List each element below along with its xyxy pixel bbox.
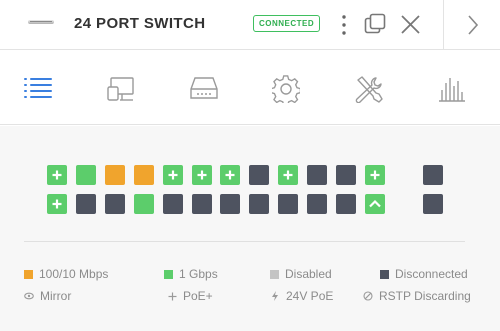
legend-label: 1 Gbps <box>179 267 218 281</box>
port-7[interactable] <box>134 165 154 185</box>
legend-swatch-orange <box>24 270 33 279</box>
port-6[interactable] <box>105 194 125 214</box>
more-options-icon[interactable] <box>338 13 350 37</box>
legend-label: RSTP Discarding <box>379 289 471 303</box>
legend-swatch-dark <box>380 270 389 279</box>
legend-divider <box>24 241 465 242</box>
port-2[interactable] <box>47 194 67 214</box>
legend-mirror: Mirror <box>24 289 71 303</box>
legend-label: PoE+ <box>183 289 213 303</box>
legend-rstp: RSTP Discarding <box>363 289 471 303</box>
port-16[interactable] <box>249 194 269 214</box>
legend-poe-plus: PoE+ <box>167 289 213 303</box>
device-icon[interactable] <box>106 76 136 102</box>
legend-label: Disconnected <box>395 267 468 281</box>
port-20[interactable] <box>307 194 327 214</box>
legend-100-10: 100/10 Mbps <box>24 267 108 281</box>
popout-window-icon[interactable] <box>364 13 386 35</box>
port-4[interactable] <box>76 194 96 214</box>
legend-label: 100/10 Mbps <box>39 267 109 281</box>
port-5[interactable] <box>105 165 125 185</box>
eye-icon <box>24 292 34 303</box>
legend-label: Mirror <box>40 289 72 303</box>
port-11[interactable] <box>192 165 212 185</box>
port-24[interactable] <box>365 194 385 214</box>
blocked-icon <box>363 291 373 303</box>
status-badge: CONNECTED <box>253 15 321 32</box>
port-12[interactable] <box>192 194 212 214</box>
port-1[interactable] <box>47 165 67 185</box>
port-10[interactable] <box>163 194 183 214</box>
port-23[interactable] <box>365 165 385 185</box>
close-icon[interactable] <box>400 14 421 35</box>
tab-bar <box>0 50 500 125</box>
sfp-port-2[interactable] <box>423 194 443 214</box>
port-8[interactable] <box>134 194 154 214</box>
port-19[interactable] <box>307 165 327 185</box>
port-13[interactable] <box>220 165 240 185</box>
port-9[interactable] <box>163 165 183 185</box>
header-divider <box>443 0 444 50</box>
legend-label: Disabled <box>285 267 332 281</box>
tools-icon[interactable] <box>354 75 384 103</box>
port-14[interactable] <box>220 194 240 214</box>
list-icon[interactable] <box>23 76 53 100</box>
port-17[interactable] <box>278 165 298 185</box>
legend-swatch-green <box>164 270 173 279</box>
device-title: 24 PORT SWITCH <box>74 15 206 32</box>
sfp-port-1[interactable] <box>423 165 443 185</box>
port-21[interactable] <box>336 165 356 185</box>
drive-icon[interactable] <box>189 76 219 100</box>
legend-1g: 1 Gbps <box>164 267 218 281</box>
title-bar: 24 PORT SWITCH CONNECTED <box>0 0 500 50</box>
legend-label: 24V PoE <box>286 289 334 303</box>
plus-icon <box>167 292 177 303</box>
bar-chart-icon[interactable] <box>438 75 466 103</box>
legend-disconnected: Disconnected <box>380 267 468 281</box>
chevron-right-icon[interactable] <box>466 14 480 36</box>
port-18[interactable] <box>278 194 298 214</box>
port-3[interactable] <box>76 165 96 185</box>
legend-disabled: Disabled <box>270 267 332 281</box>
switch-device-icon <box>28 20 54 24</box>
port-22[interactable] <box>336 194 356 214</box>
port-15[interactable] <box>249 165 269 185</box>
lightning-icon <box>270 291 280 303</box>
legend-swatch-gray <box>270 270 279 279</box>
gear-icon[interactable] <box>272 75 300 103</box>
legend-24v-poe: 24V PoE <box>270 289 333 303</box>
